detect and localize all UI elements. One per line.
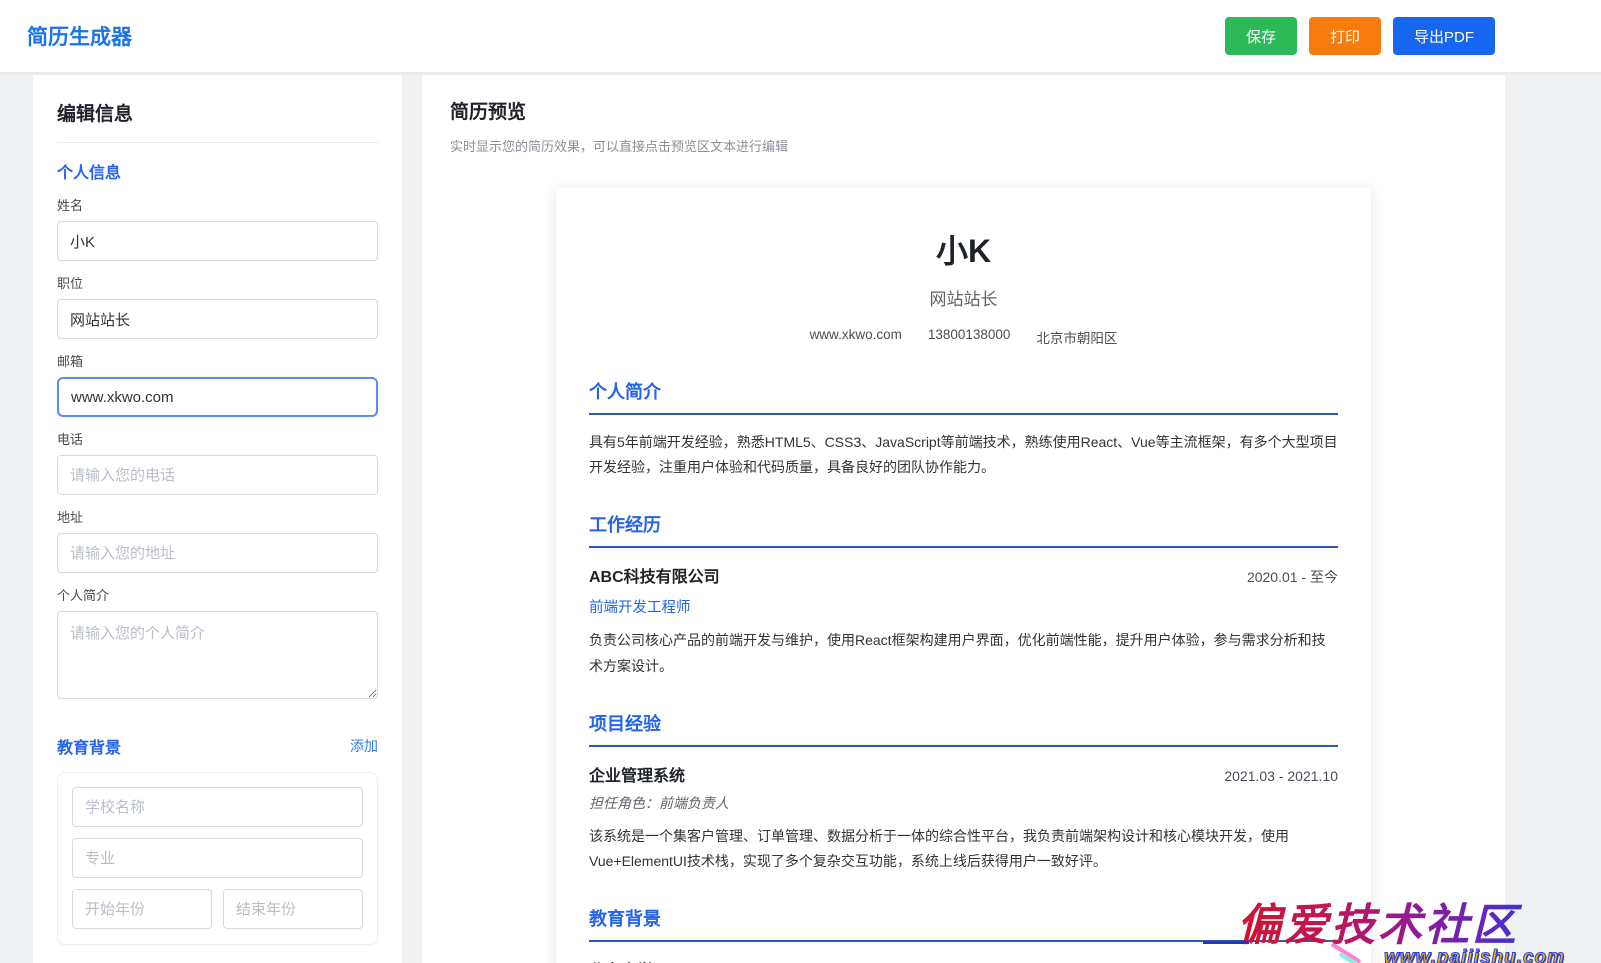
phone-label: 电话 [57,429,378,448]
project-description[interactable]: 该系统是一个集客户管理、订单管理、数据分析于一体的综合性平台，我负责前端架构设计… [589,824,1338,874]
education-years-row [72,889,363,940]
add-education-link[interactable]: 添加 [350,736,378,756]
resume-summary-section: 个人简介 具有5年前端开发经验，熟悉HTML5、CSS3、JavaScript等… [589,378,1338,480]
resume-contact: www.xkwo.com 13800138000 北京市朝阳区 [589,327,1338,347]
email-label: 邮箱 [57,351,378,370]
project-role-line[interactable]: 担任角色：前端负责人 [589,793,1338,813]
summary-text[interactable]: 具有5年前端开发经验，熟悉HTML5、CSS3、JavaScript等前端技术，… [589,430,1338,480]
print-button[interactable]: 打印 [1309,17,1381,55]
summary-label: 个人简介 [57,585,378,604]
save-button[interactable]: 保存 [1225,17,1297,55]
education-entry-card [57,772,378,945]
position-input[interactable] [57,299,378,339]
email-field-group: 邮箱 [57,351,378,417]
position-label: 职位 [57,273,378,292]
preview-panel: 简历预览 实时显示您的简历效果，可以直接点击预览区文本进行编辑 小K 网站站长 … [422,75,1505,963]
email-input[interactable] [57,377,378,417]
work-section-heading: 工作经历 [589,511,1338,548]
work-description[interactable]: 负责公司核心产品的前端开发与维护，使用React框架构建用户界面，优化前端性能，… [589,628,1338,678]
education-heading: 教育背景 [57,734,121,758]
address-field-group: 地址 [57,507,378,573]
editor-title: 编辑信息 [57,99,378,143]
project-period[interactable]: 2021.03 - 2021.10 [1224,768,1338,784]
resume-job-title[interactable]: 网站站长 [589,285,1338,310]
project-section-heading: 项目经验 [589,710,1338,747]
education-section-head: 教育背景 添加 [57,734,378,758]
major-input[interactable] [72,838,363,878]
work-item-head: ABC科技有限公司 2020.01 - 至今 [589,563,1338,587]
export-pdf-button[interactable]: 导出PDF [1393,17,1495,55]
preview-title: 简历预览 [450,97,1477,124]
education-school[interactable]: 北京大学 [589,957,653,963]
summary-textarea[interactable] [57,611,378,699]
address-label: 地址 [57,507,378,526]
project-item-head: 企业管理系统 2021.03 - 2021.10 [589,762,1338,786]
contact-phone[interactable]: 13800138000 [928,327,1011,347]
summary-field-group: 个人简介 [57,585,378,704]
school-name-input[interactable] [72,787,363,827]
work-role[interactable]: 前端开发工程师 [589,596,1338,617]
start-year-input[interactable] [72,889,212,929]
project-name[interactable]: 企业管理系统 [589,762,685,786]
personal-info-heading: 个人信息 [57,159,378,183]
phone-field-group: 电话 [57,429,378,495]
resume-education-section: 教育背景 北京大学 2016.09 - 2020.06 计算机科学与技术 - 本… [589,905,1338,963]
education-item-head: 北京大学 2016.09 - 2020.06 [589,957,1338,963]
name-input[interactable] [57,221,378,261]
contact-website[interactable]: www.xkwo.com [810,327,902,347]
summary-section-heading: 个人简介 [589,378,1338,415]
name-label: 姓名 [57,195,378,214]
resume-work-section: 工作经历 ABC科技有限公司 2020.01 - 至今 前端开发工程师 负责公司… [589,511,1338,678]
resume-name[interactable]: 小K [589,226,1338,272]
editor-sidebar: 编辑信息 个人信息 姓名 职位 邮箱 电话 地址 个人简介 教育背景 添加 [33,75,402,963]
work-company[interactable]: ABC科技有限公司 [589,563,720,587]
app-header: 简历生成器 保存 打印 导出PDF [0,0,1601,73]
resume-project-section: 项目经验 企业管理系统 2021.03 - 2021.10 担任角色：前端负责人… [589,710,1338,874]
header-actions: 保存 打印 导出PDF [1225,17,1495,55]
name-field-group: 姓名 [57,195,378,261]
position-field-group: 职位 [57,273,378,339]
end-year-input[interactable] [223,889,363,929]
preview-subtitle: 实时显示您的简历效果，可以直接点击预览区文本进行编辑 [450,136,1477,155]
address-input[interactable] [57,533,378,573]
phone-input[interactable] [57,455,378,495]
work-period[interactable]: 2020.01 - 至今 [1247,567,1338,587]
education-section-heading: 教育背景 [589,905,1338,942]
contact-address[interactable]: 北京市朝阳区 [1036,327,1117,347]
resume-paper: 小K 网站站长 www.xkwo.com 13800138000 北京市朝阳区 … [556,188,1371,963]
app-title: 简历生成器 [27,21,132,51]
